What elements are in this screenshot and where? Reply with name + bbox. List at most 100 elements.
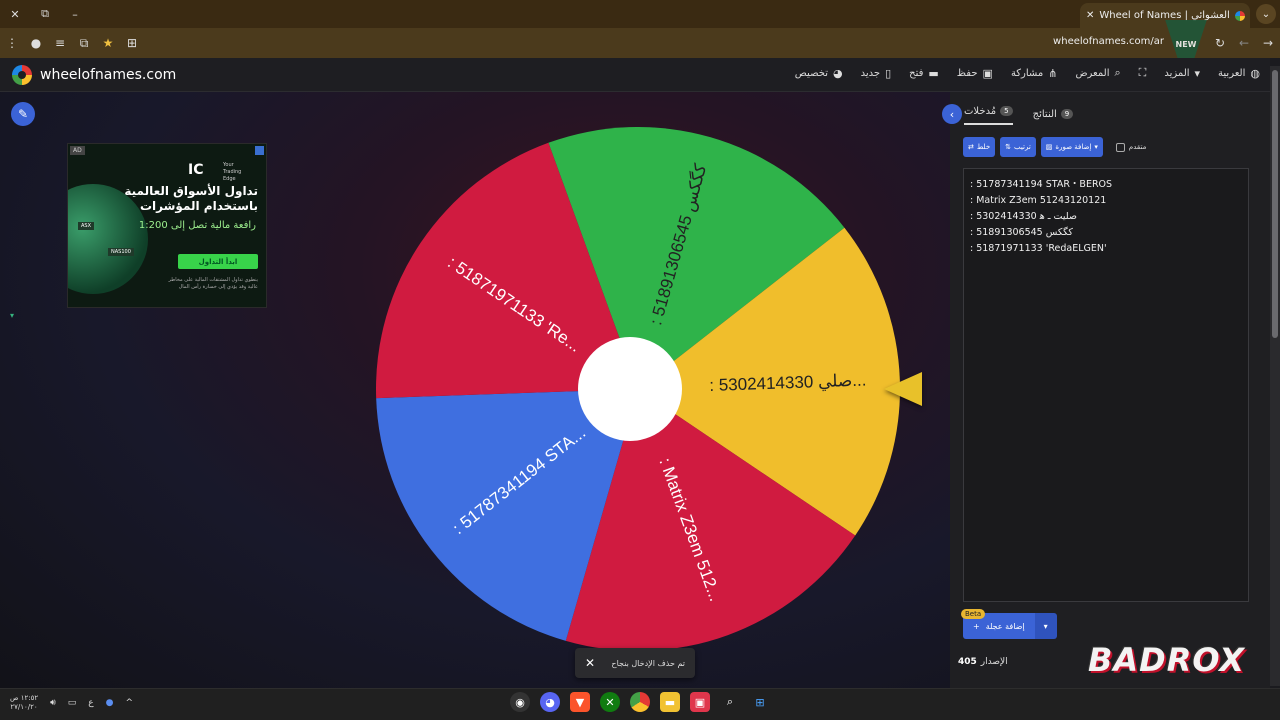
fullscreen-icon: ⛶ bbox=[1138, 66, 1147, 79]
shuffle-icon: ⇄ bbox=[968, 143, 974, 151]
xbox-app-icon[interactable]: ✕ bbox=[600, 692, 620, 712]
page-scrollbar[interactable] bbox=[1270, 66, 1280, 686]
ad-chip: NAS100 bbox=[108, 248, 134, 256]
site-menu: ◍ العربية ▾ المزيد ⛶ ⌕ المعرض ⋔ مشاركة ▣ حفظ … bbox=[795, 66, 1260, 80]
entry-controls: ⇄ خلط ⇅ ترتيب ▨ إضافة صورة ▾ متقدم bbox=[963, 137, 1146, 157]
discord-app-icon[interactable]: ◕ bbox=[540, 692, 560, 712]
file-explorer-icon[interactable]: ▬ bbox=[660, 692, 680, 712]
name-wheel[interactable]: : 51891306545 كگكس: 5302414330 صلي...: M… bbox=[376, 127, 900, 651]
translate-icon[interactable]: ⊞ bbox=[120, 31, 144, 55]
version-info: 405 الإصدار bbox=[958, 657, 1008, 667]
plus-icon: + bbox=[973, 621, 980, 631]
menu-language[interactable]: ◍ العربية bbox=[1218, 66, 1260, 80]
clock[interactable]: ١٢:٥٢ ص ٢٧/١٠/٢٠ bbox=[10, 694, 38, 712]
entry-line: : 51871971133 'RedaELGEN' bbox=[970, 243, 1107, 254]
edit-pencil-button[interactable]: ✎ bbox=[11, 102, 35, 126]
menu-gallery[interactable]: ⌕ المعرض bbox=[1075, 66, 1120, 80]
ad-info-icon[interactable] bbox=[255, 146, 264, 155]
volume-icon[interactable]: 🔊︎ bbox=[50, 698, 56, 708]
ad-chip: ASX bbox=[78, 222, 95, 230]
ad-headline: تداول الأسواق العالمية باستخدام المؤشرات bbox=[124, 184, 258, 213]
brand-name: wheelofnames.com bbox=[40, 67, 177, 83]
menu-new[interactable]: ▯ جديد bbox=[861, 66, 892, 80]
menu-fullscreen[interactable]: ⛶ bbox=[1139, 66, 1147, 80]
scrollbar-thumb[interactable] bbox=[1272, 70, 1278, 338]
ad-cta-button[interactable]: ابدأ التداول bbox=[178, 254, 258, 269]
advertisement[interactable]: AD IC Your Trading Edge تداول الأسواق ال… bbox=[67, 143, 267, 308]
tray-overflow-icon[interactable]: ^ bbox=[126, 698, 134, 708]
sort-button[interactable]: ⇅ ترتيب bbox=[1000, 137, 1036, 157]
image-icon: ▨ bbox=[1045, 143, 1053, 151]
tab-entries-label: مُدخلات bbox=[964, 105, 997, 117]
toast-notification: ✕ تم حذف الإدخال بنجاح bbox=[575, 648, 695, 678]
tab-results[interactable]: النتائج 9 bbox=[1033, 103, 1074, 125]
tab-entries[interactable]: مُدخلات 5 bbox=[964, 103, 1013, 125]
chevron-down-icon: ▾ bbox=[1094, 143, 1098, 151]
menu-dots-icon[interactable]: ⋮ bbox=[0, 31, 24, 55]
entry-line: : 51891306545 كگكس bbox=[970, 227, 1073, 238]
tab-close-icon[interactable]: ✕ bbox=[1086, 10, 1094, 21]
entry-line: : 5302414330 صليت ـ ﮬ bbox=[970, 211, 1077, 222]
site-brand[interactable]: wheelofnames.com bbox=[12, 65, 176, 85]
bookmark-star-icon[interactable]: ★ bbox=[96, 31, 120, 55]
share-page-icon[interactable]: ⧉ bbox=[72, 31, 96, 55]
ad-logo: IC bbox=[188, 162, 204, 178]
entries-count-badge: 5 bbox=[1000, 106, 1013, 116]
chevron-down-icon: ▾ bbox=[1194, 66, 1201, 80]
ad-fine-print: ينطوي تداول المشتقات المالية على مخاطر ع… bbox=[168, 277, 258, 290]
window-close-button[interactable]: ✕ bbox=[0, 0, 30, 28]
beta-badge: Beta bbox=[961, 609, 986, 619]
window-restore-button[interactable]: ⧉ bbox=[30, 0, 60, 28]
microphone-icon[interactable]: ● bbox=[106, 698, 114, 708]
clock-date: ٢٧/١٠/٢٠ bbox=[10, 703, 38, 711]
add-wheel-dropdown[interactable]: ▾ bbox=[1034, 613, 1057, 639]
ad-logo-sub: Your Trading Edge bbox=[223, 162, 242, 182]
network-icon[interactable]: ▭ bbox=[68, 698, 77, 708]
wheel-pointer bbox=[884, 372, 922, 406]
sort-icon: ⇅ bbox=[1005, 143, 1012, 151]
toast-message: تم حذف الإدخال بنجاح bbox=[611, 658, 685, 668]
brave-app-icon[interactable]: ▼ bbox=[570, 692, 590, 712]
tab-search-button[interactable]: ⌄ bbox=[1256, 4, 1276, 24]
checkbox-icon bbox=[1115, 142, 1125, 152]
toast-close-button[interactable]: ✕ bbox=[585, 656, 595, 670]
entries-textarea[interactable]: : 51787341194 STAR・BEROS : Matrix Z3em 5… bbox=[963, 168, 1249, 602]
version-number: 405 bbox=[958, 657, 977, 667]
address-bar[interactable]: wheelofnames.com/ar bbox=[1053, 36, 1164, 47]
advanced-toggle[interactable]: متقدم bbox=[1115, 142, 1146, 152]
ad-choices-icon[interactable]: ▾ bbox=[10, 311, 14, 320]
extension-icon[interactable]: ● bbox=[24, 31, 48, 55]
entry-line: : 51787341194 STAR・BEROS bbox=[970, 179, 1113, 190]
menu-more[interactable]: ▾ المزيد bbox=[1164, 66, 1200, 80]
search-icon[interactable]: ⌕ bbox=[720, 692, 740, 712]
tab-favicon-icon bbox=[1234, 10, 1245, 21]
add-image-button[interactable]: ▨ إضافة صورة ▾ bbox=[1040, 137, 1103, 157]
forward-icon[interactable]: ← bbox=[1232, 31, 1256, 55]
app-icon[interactable]: ▣ bbox=[690, 692, 710, 712]
browser-tab[interactable]: ✕ Wheel of Names | العشوائي bbox=[1080, 3, 1250, 28]
windows-start-icon[interactable]: ⊞ bbox=[750, 692, 770, 712]
language-indicator[interactable]: ع bbox=[88, 698, 93, 708]
back-icon[interactable]: → bbox=[1256, 31, 1280, 55]
wheel-center-hub[interactable] bbox=[578, 337, 682, 441]
palette-icon: ◕ bbox=[832, 66, 843, 80]
obs-app-icon[interactable]: ◉ bbox=[510, 692, 530, 712]
search-icon: ⌕ bbox=[1114, 66, 1121, 79]
reload-icon[interactable]: ↻ bbox=[1208, 31, 1232, 55]
menu-share[interactable]: ⋔ مشاركة bbox=[1011, 66, 1058, 80]
wheel-logo-icon bbox=[12, 65, 32, 85]
file-icon: ▯ bbox=[885, 66, 892, 80]
shuffle-button[interactable]: ⇄ خلط bbox=[963, 137, 996, 157]
entry-line: : Matrix Z3em 51243120121 bbox=[970, 195, 1107, 206]
folder-icon: ▬ bbox=[928, 66, 939, 80]
tab-title: Wheel of Names | العشوائي bbox=[1099, 10, 1230, 21]
window-minimize-button[interactable]: – bbox=[60, 0, 90, 28]
taskbar-apps: ◉ ◕ ▼ ✕ ▬ ▣ ⌕ ⊞ bbox=[510, 692, 770, 712]
ad-tag: AD bbox=[70, 146, 85, 155]
menu-open[interactable]: ▬ فتح bbox=[909, 66, 939, 80]
menu-customize[interactable]: ◕ تخصيص bbox=[795, 66, 843, 80]
system-tray: ١٢:٥٢ ص ٢٧/١٠/٢٠ 🔊︎ ▭ ع ● ^ bbox=[10, 694, 133, 712]
menu-save[interactable]: ▣ حفظ bbox=[957, 66, 993, 80]
chrome-app-icon[interactable] bbox=[630, 692, 650, 712]
reading-list-icon[interactable]: ≡ bbox=[48, 31, 72, 55]
